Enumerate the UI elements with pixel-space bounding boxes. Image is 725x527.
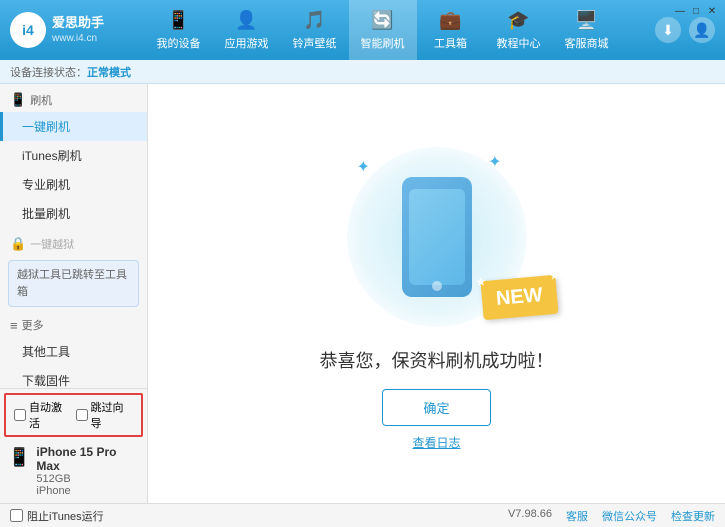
nav-label-apps-games: 应用游戏 <box>225 35 269 51</box>
auto-activate-input[interactable] <box>14 409 26 421</box>
sidebar-item-one-key-flash[interactable]: 一键刷机 <box>0 112 147 141</box>
sidebar-section-flash: 📱刷机一键刷机iTunes刷机专业刷机批量刷机 <box>0 86 147 228</box>
footer-right: V7.98.66 客服 微信公众号 检查更新 <box>508 508 715 524</box>
guided-activate-label: 跳过向导 <box>91 399 134 431</box>
device-phone-icon: 📱 <box>8 447 30 468</box>
nav-icon-my-device: 📱 <box>167 10 189 31</box>
nav-tabs: 📱 我的设备 👤 应用游戏 🎵 铃声壁纸 🔄 智能刷机 💼 工具箱 🎓 教程中心 🖥️ 客服商城 <box>110 0 655 60</box>
phone-home-button <box>432 281 442 291</box>
device-info: 📱 iPhone 15 Pro Max 512GB iPhone <box>0 441 147 503</box>
nav-label-tutorial: 教程中心 <box>497 35 541 51</box>
sidebar-section-one-key-jailbreak: 🔒一键越狱越狱工具已跳转至工具箱 <box>0 230 147 307</box>
nav-label-ringtones: 铃声壁纸 <box>293 35 337 51</box>
header-right: ⬇ 👤 <box>655 17 715 43</box>
status-bar: 设备连接状态： 正常模式 <box>0 60 725 84</box>
nav-tab-my-device[interactable]: 📱 我的设备 <box>145 0 213 60</box>
sidebar-item-pro-flash[interactable]: 专业刷机 <box>0 170 147 199</box>
device-storage: 512GB <box>36 473 139 485</box>
success-message: 恭喜您，保资料刷机成功啦！ <box>320 347 554 373</box>
nav-label-my-device: 我的设备 <box>157 35 201 51</box>
phone-illustration: NEW ✦ ✦ <box>337 137 537 337</box>
sparkle-top-left: ✦ <box>357 157 370 177</box>
nav-icon-toolbox: 💼 <box>439 10 461 31</box>
nav-tab-smart-flash[interactable]: 🔄 智能刷机 <box>349 0 417 60</box>
sidebar-item-itunes-flash[interactable]: iTunes刷机 <box>0 141 147 170</box>
sidebar-item-batch-flash[interactable]: 批量刷机 <box>0 199 147 228</box>
sidebar-section-header-one-key-jailbreak: 🔒一键越狱 <box>0 230 147 256</box>
new-badge: NEW <box>480 274 558 319</box>
nav-tab-tutorial[interactable]: 🎓 教程中心 <box>485 0 553 60</box>
footer-wechat[interactable]: 微信公众号 <box>602 508 657 524</box>
sidebar-notice-one-key-jailbreak: 越狱工具已跳转至工具箱 <box>8 260 139 307</box>
content-area: NEW ✦ ✦ 恭喜您，保资料刷机成功啦！ 确定 查看日志 <box>148 84 725 503</box>
guided-activate-checkbox[interactable]: 跳过向导 <box>76 399 134 431</box>
nav-icon-service: 🖥️ <box>575 10 597 31</box>
nav-tab-toolbox[interactable]: 💼 工具箱 <box>417 0 485 60</box>
version-label: V7.98.66 <box>508 508 552 524</box>
guided-activate-input[interactable] <box>76 409 88 421</box>
nav-icon-smart-flash: 🔄 <box>371 10 393 31</box>
itunes-input[interactable] <box>10 509 23 522</box>
download-button[interactable]: ⬇ <box>655 17 681 43</box>
sparkle-top-right: ✦ <box>488 152 501 172</box>
footer-left: 阻止iTunes运行 <box>10 508 104 524</box>
nav-label-toolbox: 工具箱 <box>434 35 467 51</box>
lock-icon: 🔒 <box>10 236 26 252</box>
maximize-button[interactable]: □ <box>689 4 703 18</box>
status-label: 设备连接状态： <box>10 64 87 80</box>
device-details: iPhone 15 Pro Max 512GB iPhone <box>36 445 139 497</box>
nav-tab-service[interactable]: 🖥️ 客服商城 <box>553 0 621 60</box>
phone-body <box>402 177 472 297</box>
sidebar-section-header-flash: 📱刷机 <box>0 86 147 112</box>
footer-customer-service[interactable]: 客服 <box>566 508 588 524</box>
device-name: iPhone 15 Pro Max <box>36 445 139 473</box>
sidebar-item-other-tools[interactable]: 其他工具 <box>0 337 147 366</box>
nav-icon-apps-games: 👤 <box>235 10 257 31</box>
itunes-checkbox[interactable]: 阻止iTunes运行 <box>10 508 104 524</box>
nav-icon-ringtones: 🎵 <box>303 10 325 31</box>
sidebar-section-header-more: ≡更多 <box>0 311 147 337</box>
close-button[interactable]: ✕ <box>705 4 719 18</box>
device-bottom-panel: 自动激活 跳过向导 📱 iPhone 15 Pro Max 512GB iPho… <box>0 388 148 503</box>
footer-check-update[interactable]: 检查更新 <box>671 508 715 524</box>
status-value: 正常模式 <box>87 64 131 80</box>
minimize-button[interactable]: — <box>673 4 687 18</box>
auto-activate-checkbox[interactable]: 自动激活 <box>14 399 72 431</box>
itunes-label: 阻止iTunes运行 <box>27 508 104 524</box>
footer: 阻止iTunes运行 V7.98.66 客服 微信公众号 检查更新 <box>0 503 725 527</box>
logo-area: i4 爱思助手 www.i4.cn <box>10 12 110 48</box>
nav-label-smart-flash: 智能刷机 <box>361 35 405 51</box>
header: i4 爱思助手 www.i4.cn 📱 我的设备 👤 应用游戏 🎵 铃声壁纸 🔄 智能刷机 💼 工… <box>0 0 725 60</box>
confirm-button[interactable]: 确定 <box>382 389 490 426</box>
phone-screen <box>409 189 465 285</box>
user-button[interactable]: 👤 <box>689 17 715 43</box>
nav-label-service: 客服商城 <box>565 35 609 51</box>
nav-tab-apps-games[interactable]: 👤 应用游戏 <box>213 0 281 60</box>
nav-tab-ringtones[interactable]: 🎵 铃声壁纸 <box>281 0 349 60</box>
auto-activate-row: 自动激活 跳过向导 <box>4 393 143 437</box>
section-icon-flash: 📱 <box>10 92 26 108</box>
logo-text: 爱思助手 www.i4.cn <box>52 15 104 45</box>
auto-activate-label: 自动激活 <box>29 399 72 431</box>
log-link[interactable]: 查看日志 <box>412 434 460 451</box>
logo-icon: i4 <box>10 12 46 48</box>
device-type: iPhone <box>36 485 139 497</box>
section-icon-more: ≡ <box>10 318 18 333</box>
nav-icon-tutorial: 🎓 <box>507 10 529 31</box>
